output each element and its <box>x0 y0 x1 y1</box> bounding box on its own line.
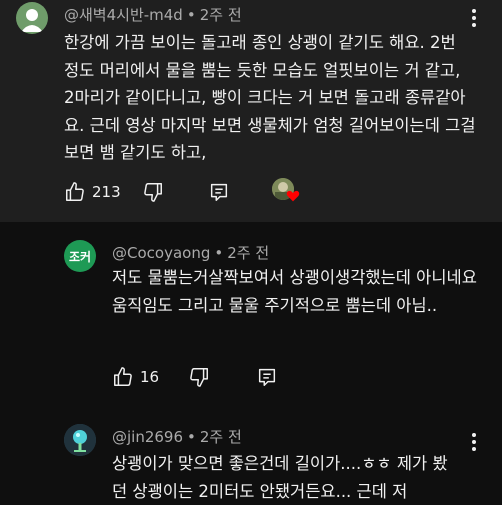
microphone-avatar-icon <box>64 424 96 456</box>
commenter-avatar[interactable]: 조커 <box>64 240 96 272</box>
dislike-button[interactable] <box>188 362 210 392</box>
reply-button[interactable] <box>256 362 278 392</box>
comment-2: 조커 @Cocoyaong • 2주 전 저도 물뿜는거살짝보여서 상괭이생각했는데… <box>0 222 502 402</box>
comment-author[interactable]: @jin2696 <box>112 428 183 446</box>
avatar-text: 조커 <box>68 249 92 264</box>
comment-time[interactable]: 2주 전 <box>200 6 242 24</box>
comment-author[interactable]: @새벽4시반-m4d <box>64 6 183 24</box>
comment-author[interactable]: @Cocoyaong <box>112 244 210 262</box>
dislike-button[interactable] <box>142 177 164 207</box>
comment-3: @jin2696 • 2주 전 상괭이가 맞으면 좋은건데 길이가....ㅎㅎ 제가… <box>0 402 502 501</box>
more-options-button[interactable] <box>462 6 486 30</box>
commenter-avatar[interactable] <box>64 424 96 456</box>
reply-button[interactable] <box>208 177 230 207</box>
comment-1: @새벽4시반-m4d • 2주 전 한강에 가끔 보이는 돌고래 종인 상괭이 같기… <box>0 0 502 222</box>
comment-text: 한강에 가끔 보이는 돌고래 종인 상괭이 같기도 해요. 2번 정도 머리에서… <box>64 33 476 162</box>
heart-icon <box>286 190 300 202</box>
reply-icon <box>210 183 228 201</box>
like-count: 213 <box>92 183 121 201</box>
thumbs-up-icon <box>66 182 84 201</box>
comment-actions: 16 <box>112 362 412 392</box>
like-button[interactable]: 16 <box>112 362 159 392</box>
commenter-avatar[interactable] <box>16 2 48 34</box>
comment-meta: @Cocoyaong • 2주 전 <box>112 242 269 263</box>
like-count: 16 <box>140 368 160 386</box>
comment-time[interactable]: 2주 전 <box>200 428 242 446</box>
creator-heart-badge <box>272 177 302 207</box>
thumbs-down-icon <box>144 183 162 202</box>
meta-separator: • <box>214 244 224 262</box>
meta-separator: • <box>187 428 196 446</box>
default-user-icon <box>21 9 43 32</box>
thumbs-down-icon <box>190 368 208 387</box>
reply-icon <box>258 368 276 386</box>
comment-meta: @jin2696 • 2주 전 <box>112 426 242 447</box>
comment-time[interactable]: 2주 전 <box>227 244 269 262</box>
comment-text: 저도 물뿜는거살짝보여서 상괭이생각했는데 아니네요 움직임도 그리고 물울 주… <box>112 268 477 315</box>
comment-actions: 213 <box>64 177 484 207</box>
meta-separator: • <box>186 6 196 24</box>
comment-text: 상괭이가 맞으면 좋은건데 길이가....ㅎㅎ 제가 봤던 상괭이는 2미터도 … <box>112 454 448 501</box>
comment-meta: @새벽4시반-m4d • 2주 전 <box>64 4 242 25</box>
thumbs-up-icon <box>114 367 132 386</box>
like-button[interactable]: 213 <box>64 177 121 207</box>
more-options-button[interactable] <box>462 430 486 454</box>
